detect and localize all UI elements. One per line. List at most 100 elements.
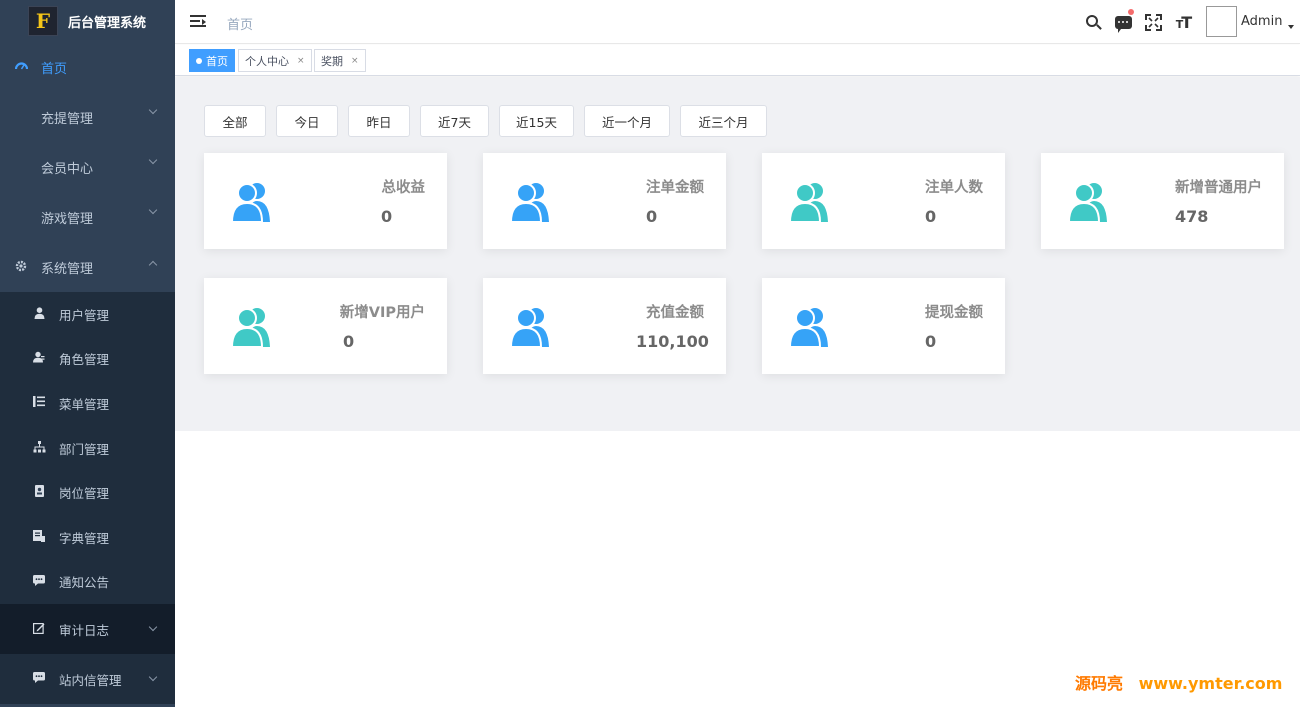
people-icon — [788, 308, 828, 348]
stat-value: 0 — [343, 332, 355, 351]
tag-profile[interactable]: 个人中心 × — [238, 49, 312, 72]
font-size-icon[interactable]: TT — [1172, 11, 1194, 33]
stat-card-recharge-amount[interactable]: 充值金额 110,100 — [483, 278, 726, 374]
system-submenu: 用户管理 角色管理 菜单管理 部门管理 岗位管理 字典管理 通知公告 审计日志 … — [0, 292, 175, 705]
tag-period[interactable]: 奖期 × — [314, 49, 366, 72]
active-dot-icon — [196, 57, 202, 64]
stat-card-bet-amount[interactable]: 注单金额 0 — [483, 153, 726, 249]
hamburger-icon[interactable] — [190, 15, 206, 28]
sidebar-item-label: 首页 — [41, 61, 68, 77]
sidebar-item-label: 会员中心 — [41, 161, 94, 177]
chevron-up-icon — [148, 260, 158, 270]
stat-label: 总收益 — [381, 180, 426, 196]
sidebar-item-recharge[interactable]: 充提管理 — [0, 92, 175, 142]
stat-label: 充值金额 — [646, 305, 704, 321]
sidebar-item-inbox[interactable]: 站内信管理 — [0, 654, 175, 704]
stat-card-new-users[interactable]: 新增普通用户 478 — [1041, 153, 1284, 249]
org-chart-icon — [32, 440, 46, 456]
stat-card-new-vip-users[interactable]: 新增VIP用户 0 — [204, 278, 447, 374]
sidebar-item-notices[interactable]: 通知公告 — [0, 560, 175, 605]
sidebar-item-label: 通知公告 — [59, 575, 110, 591]
stat-card-withdraw-amount[interactable]: 提现金额 0 — [762, 278, 1005, 374]
stat-value: 0 — [381, 207, 393, 226]
top-navbar: 首页 TT Admin — [175, 0, 1300, 44]
stat-value: 0 — [925, 332, 937, 351]
search-icon[interactable] — [1082, 11, 1104, 33]
people-icon — [230, 183, 270, 223]
menu-tree-icon — [32, 396, 46, 410]
sidebar-item-members[interactable]: 会员中心 — [0, 142, 175, 192]
badge-icon — [32, 485, 46, 500]
people-icon — [509, 183, 549, 223]
stat-label: 提现金额 — [925, 305, 983, 321]
edit-log-icon — [32, 622, 46, 637]
close-icon[interactable]: × — [351, 56, 359, 66]
sidebar-item-system[interactable]: 系统管理 — [0, 242, 175, 292]
gear-icon — [14, 260, 28, 275]
dashboard-panel: 全部 今日 昨日 近7天 近15天 近一个月 近三个月 总收益 0 注单金额 0… — [175, 77, 1300, 431]
filter-all-button[interactable]: 全部 — [204, 105, 266, 137]
filter-7days-button[interactable]: 近7天 — [420, 105, 489, 137]
chevron-down-icon — [148, 205, 158, 215]
app-title: 后台管理系统 — [68, 15, 147, 31]
dictionary-icon — [32, 529, 46, 545]
breadcrumb[interactable]: 首页 — [227, 14, 253, 33]
date-filter-group: 全部 今日 昨日 近7天 近15天 近一个月 近三个月 — [204, 105, 777, 137]
watermark-brand: 源码亮 — [1075, 674, 1124, 693]
sidebar-item-roles[interactable]: 角色管理 — [0, 337, 175, 382]
sidebar-item-label: 充提管理 — [41, 111, 94, 127]
logo-icon: F — [28, 6, 58, 36]
stat-card-bettor-count[interactable]: 注单人数 0 — [762, 153, 1005, 249]
avatar[interactable] — [1206, 6, 1237, 37]
message-icon[interactable] — [1112, 9, 1134, 33]
sidebar-item-label: 角色管理 — [59, 352, 110, 368]
notice-icon — [32, 574, 46, 589]
filter-3months-button[interactable]: 近三个月 — [680, 105, 767, 137]
stat-value: 478 — [1175, 207, 1209, 226]
people-icon — [230, 308, 270, 348]
sidebar-item-dictionary[interactable]: 字典管理 — [0, 515, 175, 560]
filter-yesterday-button[interactable]: 昨日 — [348, 105, 410, 137]
sidebar-item-label: 菜单管理 — [59, 396, 110, 412]
sidebar-item-label: 审计日志 — [59, 622, 110, 638]
stat-label: 注单人数 — [925, 180, 983, 196]
people-icon — [788, 183, 828, 223]
stat-label: 新增普通用户 — [1175, 180, 1262, 196]
fullscreen-icon[interactable] — [1142, 11, 1164, 33]
filter-1month-button[interactable]: 近一个月 — [584, 105, 670, 137]
sidebar-item-audit-log[interactable]: 审计日志 — [0, 604, 175, 655]
sidebar-item-label: 字典管理 — [59, 530, 110, 546]
user-name[interactable]: Admin — [1241, 14, 1282, 29]
chevron-down-icon — [148, 155, 158, 165]
sidebar-item-label: 游戏管理 — [41, 211, 94, 227]
people-icon — [509, 308, 549, 348]
people-icon — [1067, 183, 1107, 223]
sidebar-item-label: 系统管理 — [41, 261, 94, 277]
sidebar-item-label: 部门管理 — [59, 441, 110, 457]
notification-dot — [1128, 9, 1134, 15]
sidebar-item-departments[interactable]: 部门管理 — [0, 426, 175, 471]
filter-15days-button[interactable]: 近15天 — [499, 105, 574, 137]
close-icon[interactable]: × — [297, 56, 305, 66]
filter-today-button[interactable]: 今日 — [276, 105, 338, 137]
tag-home[interactable]: 首页 — [189, 49, 235, 72]
caret-down-icon[interactable] — [1288, 25, 1294, 29]
stat-value: 0 — [925, 207, 937, 226]
user-icon — [32, 307, 46, 322]
tags-view: 首页 个人中心 × 奖期 × — [175, 45, 1300, 76]
watermark-url: www.ymter.com — [1138, 674, 1283, 693]
sidebar-item-label: 岗位管理 — [59, 486, 110, 502]
sidebar: F 后台管理系统 首页 充提管理 会员中心 游戏管理 系统管理 用户管理 角色管… — [0, 0, 175, 707]
sidebar-item-users[interactable]: 用户管理 — [0, 292, 175, 337]
tag-label: 个人中心 — [245, 54, 289, 68]
sidebar-item-menus[interactable]: 菜单管理 — [0, 381, 175, 426]
stat-card-total-revenue[interactable]: 总收益 0 — [204, 153, 447, 249]
dashboard-icon — [14, 60, 28, 74]
sidebar-item-games[interactable]: 游戏管理 — [0, 192, 175, 242]
chevron-down-icon — [148, 672, 158, 682]
stat-label: 注单金额 — [646, 180, 704, 196]
logo-area[interactable]: F 后台管理系统 — [0, 0, 175, 42]
sidebar-item-home[interactable]: 首页 — [0, 42, 175, 92]
sidebar-item-positions[interactable]: 岗位管理 — [0, 470, 175, 515]
tag-label: 首页 — [206, 54, 228, 68]
